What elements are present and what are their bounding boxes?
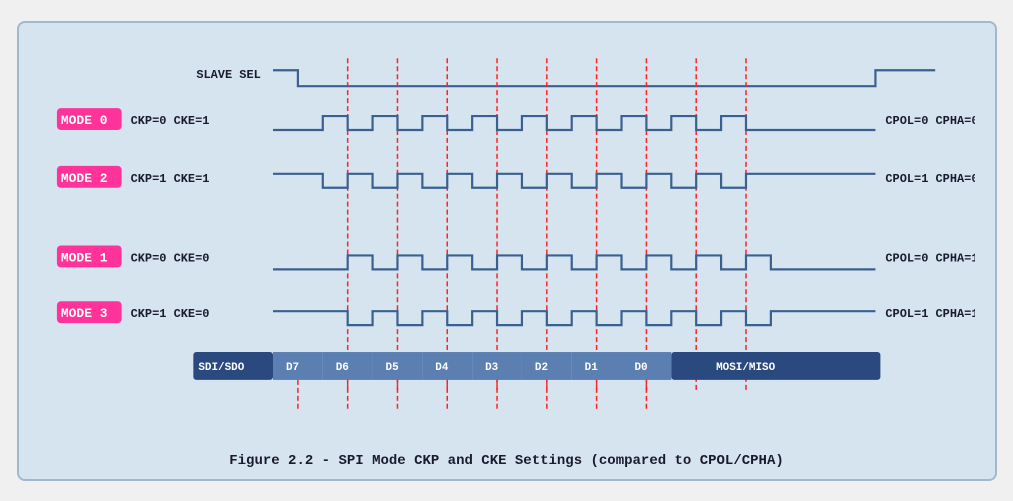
waveform-svg: .mono { font-family: 'Courier New', Cour… <box>39 38 975 447</box>
mode3-params: CKP=1 CKE=0 <box>130 307 209 321</box>
slave-sel-label: SLAVE SEL <box>196 68 260 82</box>
mode0-label: MODE 0 <box>60 113 107 128</box>
mode3-right: CPOL=1 CPHA=1 <box>885 307 975 321</box>
mode0-right: CPOL=0 CPHA=0 <box>885 114 975 128</box>
diagram-container: .mono { font-family: 'Courier New', Cour… <box>17 21 997 481</box>
mode3-label: MODE 3 <box>60 306 107 321</box>
d1-label: D1 <box>584 361 598 373</box>
mode2-label: MODE 2 <box>60 170 107 185</box>
d2-label: D2 <box>534 361 547 373</box>
d0-label: D0 <box>634 361 647 373</box>
mode2-right: CPOL=1 CPHA=0 <box>885 171 975 185</box>
mode1-right: CPOL=0 CPHA=1 <box>885 251 975 265</box>
d4-label: D4 <box>435 361 449 373</box>
d3-label: D3 <box>485 361 499 373</box>
d7-label: D7 <box>285 361 298 373</box>
d6-label: D6 <box>335 361 348 373</box>
mode2-params: CKP=1 CKE=1 <box>130 171 209 185</box>
mosi-miso-label: MOSI/MISO <box>716 361 776 373</box>
mosi-miso-box <box>671 352 880 380</box>
mode1-label: MODE 1 <box>60 250 107 265</box>
figure-caption: Figure 2.2 - SPI Mode CKP and CKE Settin… <box>39 453 975 469</box>
d5-label: D5 <box>385 361 398 373</box>
mode0-params: CKP=0 CKE=1 <box>130 114 209 128</box>
diagram-area: .mono { font-family: 'Courier New', Cour… <box>39 38 975 447</box>
mode1-params: CKP=0 CKE=0 <box>130 251 209 265</box>
sdi-sdo-label: SDI/SDO <box>198 361 244 373</box>
